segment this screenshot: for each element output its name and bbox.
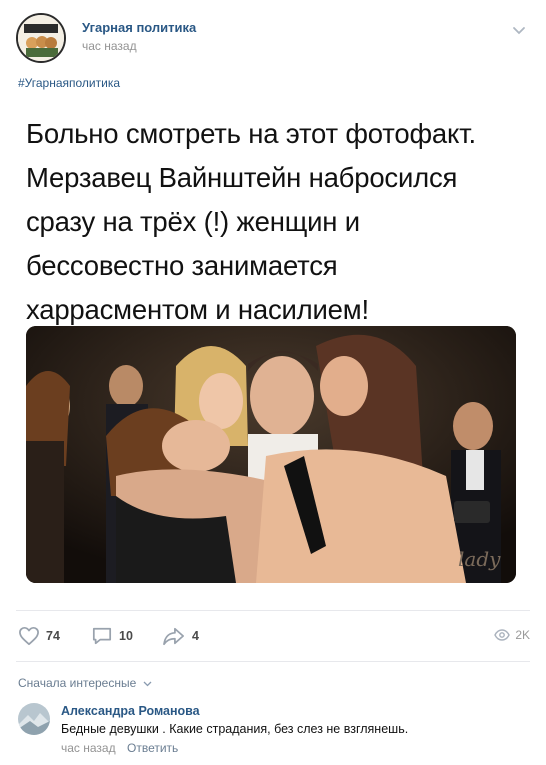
comment-time[interactable]: час назад xyxy=(61,741,116,755)
comment-author[interactable]: Александра Романова xyxy=(61,704,200,718)
comment-button[interactable]: 10 xyxy=(91,624,133,648)
post-text-line: Мерзавец Вайнштейн набросился xyxy=(26,162,458,193)
post-hashtag[interactable]: #Угарнаяполитика xyxy=(18,76,120,90)
comments-sort-dropdown[interactable]: Сначала интересные xyxy=(18,676,152,690)
divider xyxy=(16,661,530,662)
eye-icon xyxy=(494,629,511,641)
photo-watermark: lady xyxy=(458,547,501,571)
post-author[interactable]: Угарная политика xyxy=(82,20,196,35)
chevron-down-icon[interactable] xyxy=(512,23,526,35)
share-button[interactable]: 4 xyxy=(162,624,199,648)
community-avatar[interactable] xyxy=(16,13,66,63)
post-text-line: бессовестно занимается xyxy=(26,250,338,281)
post-text: Больно смотреть на этот фотофакт. Мерзав… xyxy=(26,112,526,332)
views-counter: 2K xyxy=(494,628,530,642)
commenter-avatar-image xyxy=(18,703,50,735)
post-actions: 74 10 4 2K xyxy=(18,624,530,648)
reply-button[interactable]: Ответить xyxy=(127,741,178,755)
post-header: Угарная политика час назад xyxy=(16,13,530,63)
chevron-down-icon xyxy=(143,681,152,687)
post-photo[interactable]: lady xyxy=(26,326,516,583)
post-time[interactable]: час назад xyxy=(82,39,137,53)
post-text-line: Больно смотреть на этот фотофакт. xyxy=(26,118,476,149)
share-count: 4 xyxy=(192,629,199,643)
community-logo-icon xyxy=(18,15,64,61)
photo-illustration: lady xyxy=(26,326,516,583)
comment-count: 10 xyxy=(119,629,133,643)
like-count: 74 xyxy=(46,629,60,643)
views-count: 2K xyxy=(515,628,530,642)
like-button[interactable]: 74 xyxy=(18,624,60,648)
sort-label: Сначала интересные xyxy=(18,676,137,690)
commenter-avatar[interactable] xyxy=(18,703,50,735)
share-icon xyxy=(163,627,184,646)
heart-icon xyxy=(19,626,39,646)
post-text-line: сразу на трёх (!) женщин и xyxy=(26,206,360,237)
comment-icon xyxy=(92,627,112,645)
comment-text: Бедные девушки . Какие страдания, без сл… xyxy=(61,722,409,736)
divider xyxy=(16,610,530,611)
